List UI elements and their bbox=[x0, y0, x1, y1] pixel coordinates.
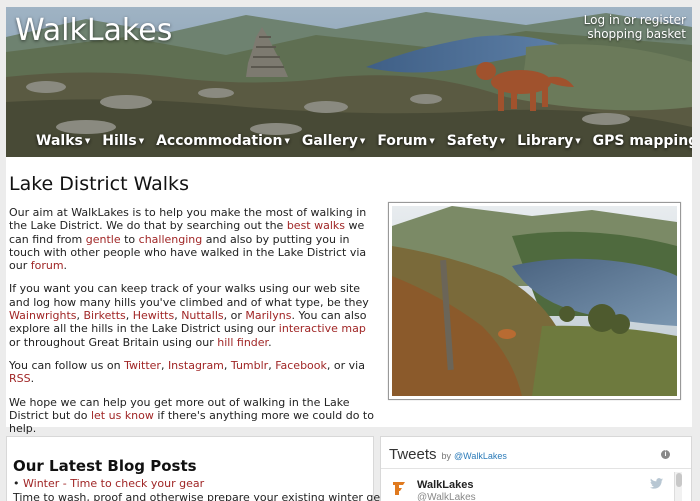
divider bbox=[381, 468, 691, 469]
tweets-by-label: by bbox=[441, 451, 452, 461]
nav-item-library[interactable]: Library ▼ bbox=[517, 133, 581, 149]
account-links: Log in or register shopping basket bbox=[584, 13, 686, 41]
rss-link[interactable]: RSS bbox=[9, 372, 31, 385]
caret-down-icon: ▼ bbox=[284, 137, 290, 145]
login-register-link[interactable]: Log in or register bbox=[584, 13, 686, 27]
intro-paragraph-2: If you want you can keep track of your w… bbox=[9, 282, 369, 349]
tweets-title: Tweets bbox=[389, 446, 437, 463]
twitter-bird-icon[interactable] bbox=[650, 478, 663, 489]
lake-valley-photo bbox=[392, 206, 677, 396]
tweets-header: Tweets by @WalkLakes bbox=[389, 446, 507, 463]
caret-down-icon: ▼ bbox=[359, 137, 366, 145]
caret-down-icon: ▼ bbox=[84, 137, 91, 145]
nav-label: Gallery bbox=[301, 133, 358, 149]
nav-label: Walks bbox=[36, 133, 83, 149]
tweets-scrollbar[interactable] bbox=[674, 472, 682, 501]
facebook-link[interactable]: Facebook bbox=[275, 359, 327, 372]
caret-down-icon: ▼ bbox=[499, 137, 506, 145]
nav-item-hills[interactable]: Hills ▼ bbox=[102, 133, 144, 149]
bullet: • bbox=[13, 477, 20, 490]
intro-paragraph-1: Our aim at WalkLakes is to help you make… bbox=[9, 206, 367, 273]
nav-label: Safety bbox=[446, 133, 498, 149]
nav-item-gallery[interactable]: Gallery ▼ bbox=[302, 133, 365, 149]
caret-down-icon: ▼ bbox=[429, 137, 435, 145]
wainwrights-link[interactable]: Wainwrights bbox=[9, 309, 77, 322]
let-us-know-link[interactable]: let us know bbox=[91, 409, 154, 422]
site-logo-title[interactable]: WalkLakes bbox=[15, 13, 172, 48]
tumblr-link[interactable]: Tumblr bbox=[231, 359, 268, 372]
walklakes-avatar[interactable] bbox=[390, 479, 408, 497]
instagram-link[interactable]: Instagram bbox=[168, 359, 224, 372]
marilyns-link[interactable]: Marilyns bbox=[245, 309, 291, 322]
blog-post-item: • Winter - Time to check your gear bbox=[13, 477, 204, 490]
site-header: WalkLakes Log in or register shopping ba… bbox=[6, 7, 692, 157]
intro-text: Our aim at WalkLakes is to help you make… bbox=[9, 206, 377, 445]
blog-post-snippet: Time to wash, proof and otherwise prepar… bbox=[13, 491, 420, 501]
latest-blog-posts-panel: Our Latest Blog Posts • Winter - Time to… bbox=[6, 436, 419, 501]
scrollbar-thumb[interactable] bbox=[676, 473, 682, 487]
shopping-basket-link[interactable]: shopping basket bbox=[584, 27, 686, 41]
intro-paragraph-3: You can follow us on Twitter, Instagram,… bbox=[9, 358, 365, 386]
hewitts-link[interactable]: Hewitts bbox=[133, 309, 174, 322]
twitter-link[interactable]: Twitter bbox=[124, 359, 161, 372]
nav-item-safety[interactable]: Safety ▼ bbox=[447, 133, 505, 149]
info-icon[interactable]: i bbox=[661, 450, 670, 459]
birketts-link[interactable]: Birketts bbox=[84, 309, 126, 322]
caret-down-icon: ▼ bbox=[138, 137, 145, 145]
forum-link[interactable]: forum bbox=[31, 259, 64, 272]
blog-post-link[interactable]: Winter - Time to check your gear bbox=[23, 477, 204, 490]
main-nav: Walks ▼ Hills ▼ Accommodation ▼ Gallery ▼ Fo… bbox=[6, 125, 692, 157]
nav-label: Library bbox=[517, 133, 574, 149]
nav-item-forum[interactable]: Forum ▼ bbox=[377, 133, 434, 149]
best-walks-link[interactable]: best walks bbox=[287, 219, 345, 232]
page-title: Lake District Walks bbox=[9, 173, 189, 195]
interactive-map-link[interactable]: interactive map bbox=[279, 322, 366, 335]
nav-label: GPS mapping bbox=[592, 133, 692, 149]
nav-label: Accommodation bbox=[156, 133, 283, 149]
nav-item-walks[interactable]: Walks ▼ bbox=[36, 133, 90, 149]
nav-item-gps-mapping[interactable]: GPS mapping bbox=[593, 133, 692, 149]
featured-photo[interactable] bbox=[388, 202, 681, 400]
challenging-link[interactable]: challenging bbox=[139, 233, 203, 246]
nav-label: Forum bbox=[377, 133, 428, 149]
nav-item-accommodation[interactable]: Accommodation ▼ bbox=[156, 133, 290, 149]
hill-finder-link[interactable]: hill finder bbox=[217, 336, 268, 349]
tweets-handle-link[interactable]: @WalkLakes bbox=[454, 451, 507, 461]
nuttalls-link[interactable]: Nuttalls bbox=[181, 309, 223, 322]
gentle-link[interactable]: gentle bbox=[86, 233, 121, 246]
caret-down-icon: ▼ bbox=[575, 137, 581, 145]
blog-section-title: Our Latest Blog Posts bbox=[13, 457, 197, 475]
tweet-account-name[interactable]: WalkLakes bbox=[417, 479, 473, 491]
tweet-account-handle[interactable]: @WalkLakes bbox=[417, 492, 476, 501]
main-content: Lake District Walks Our aim at WalkLakes… bbox=[6, 157, 692, 435]
intro-paragraph-4: We hope we can help you get more out of … bbox=[9, 395, 374, 436]
twitter-timeline-widget: Tweets by @WalkLakes i WalkLakes @WalkLa… bbox=[380, 436, 692, 501]
nav-label: Hills bbox=[102, 133, 137, 149]
